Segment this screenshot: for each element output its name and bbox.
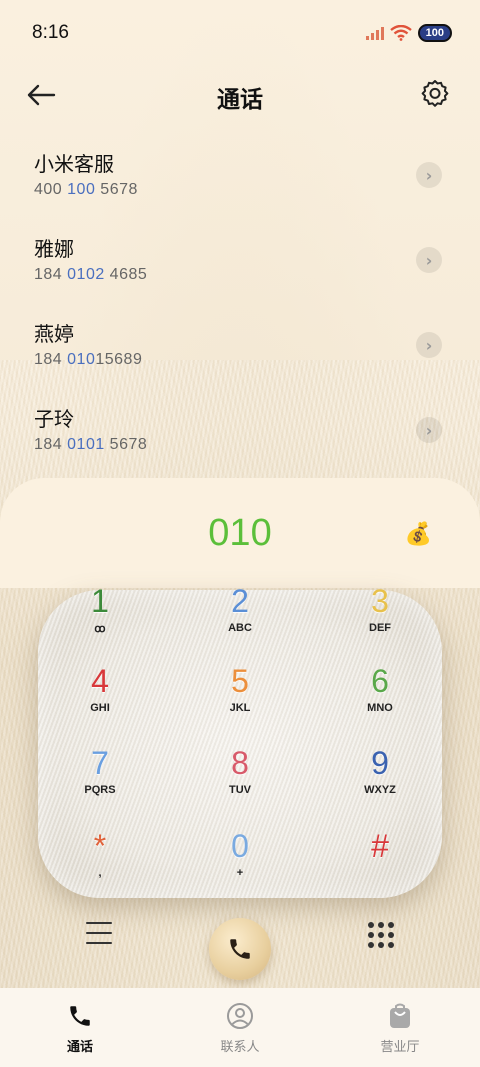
key-digit: 5 <box>231 663 249 699</box>
key-digit: 9 <box>371 745 389 781</box>
bottom-nav: 通话 联系人 营业厅 <box>0 988 480 1067</box>
dial-action-row <box>0 910 480 980</box>
contact-name: 雅娜 <box>34 237 74 261</box>
key-letters: MNO <box>367 702 393 714</box>
key-2[interactable]: 2 ABC <box>170 580 310 660</box>
keypad: 1ꝏ 2 ABC 3 DEF 4 GHI 5 JKL 6 MNO 7 PQRS 8 TUV 9… <box>30 580 450 880</box>
page-title: 通话 <box>217 87 263 113</box>
contact-detail-chevron-icon[interactable]: › <box>416 332 442 358</box>
key-7[interactable]: 7 PQRS <box>30 742 170 822</box>
key-digit: 2 <box>231 583 249 619</box>
contact-suggestion-list: 小米客服 400 100 5678 › 雅娜 184 0102 4685 › 燕… <box>0 140 480 480</box>
contact-row[interactable]: 子玲 184 0101 5678 › <box>0 395 480 480</box>
key-hash[interactable]: # <box>310 825 450 905</box>
contact-name: 燕婷 <box>34 322 74 346</box>
header: 通话 <box>0 72 480 118</box>
key-digit: * <box>93 828 107 864</box>
nav-item-contacts[interactable]: 联系人 <box>160 988 320 1067</box>
settings-gear-icon[interactable] <box>420 78 450 108</box>
key-3[interactable]: 3 DEF <box>310 580 450 660</box>
nav-label: 联系人 <box>220 1040 260 1055</box>
nav-label: 营业厅 <box>380 1040 420 1055</box>
battery-icon: 100 <box>417 24 452 42</box>
contact-detail-chevron-icon[interactable]: › <box>416 247 442 273</box>
key-letters: ABC <box>228 622 252 634</box>
nav-item-calls[interactable]: 通话 <box>0 988 160 1067</box>
key-letters: GHI <box>90 702 110 714</box>
key-8[interactable]: 8 TUV <box>170 742 310 822</box>
key-digit: 6 <box>371 663 389 699</box>
key-star[interactable]: *, <box>30 825 170 905</box>
contact-icon <box>227 1003 253 1029</box>
contact-number: 184 0101 5678 <box>34 436 148 453</box>
wifi-icon <box>389 25 412 41</box>
bag-icon <box>390 1003 410 1028</box>
contact-detail-chevron-icon[interactable]: › <box>416 162 442 188</box>
nav-item-store[interactable]: 营业厅 <box>320 988 480 1067</box>
contact-detail-chevron-icon[interactable]: › <box>416 417 442 443</box>
key-letters: JKL <box>229 702 251 714</box>
contact-number: 184 01015689 <box>34 351 143 368</box>
phone-icon <box>70 1006 90 1026</box>
key-0[interactable]: 0 + <box>170 825 310 905</box>
key-digit: # <box>371 828 389 864</box>
keypad-toggle-icon[interactable] <box>368 922 394 948</box>
key-letters: DEF <box>369 622 391 634</box>
signal-icon <box>365 26 384 40</box>
status-time: 8:16 <box>32 22 69 43</box>
call-button[interactable] <box>209 918 271 980</box>
contact-row[interactable]: 燕婷 184 01015689 › <box>0 310 480 395</box>
money-bag-icon[interactable]: 💰 <box>405 522 432 547</box>
key-digit: 4 <box>91 663 109 699</box>
key-letters: PQRS <box>84 784 116 796</box>
contact-row[interactable]: 雅娜 184 0102 4685 › <box>0 225 480 310</box>
contact-name: 子玲 <box>34 407 74 431</box>
dial-display-panel: 010 💰 <box>0 478 480 588</box>
contact-number: 184 0102 4685 <box>34 266 148 283</box>
key-letters: + <box>236 867 244 879</box>
key-9[interactable]: 9 WXYZ <box>310 742 450 822</box>
key-1[interactable]: 1ꝏ <box>30 580 170 660</box>
voicemail-icon: ꝏ <box>94 623 106 635</box>
key-5[interactable]: 5 JKL <box>170 660 310 740</box>
status-icons: 100 <box>365 24 452 42</box>
key-4[interactable]: 4 GHI <box>30 660 170 740</box>
contact-name: 小米客服 <box>34 152 114 176</box>
status-bar: 8:16 100 <box>0 0 480 66</box>
phone-icon <box>230 939 250 959</box>
nav-label: 通话 <box>66 1040 93 1055</box>
key-digit: 0 <box>231 828 249 864</box>
key-digit: 8 <box>231 745 249 781</box>
key-letters: WXYZ <box>364 784 396 796</box>
contact-row[interactable]: 小米客服 400 100 5678 › <box>0 140 480 225</box>
key-digit: 7 <box>91 745 109 781</box>
key-6[interactable]: 6 MNO <box>310 660 450 740</box>
key-digit: 3 <box>371 583 389 619</box>
key-digit: 1 <box>91 583 109 619</box>
key-letters: , <box>98 867 102 879</box>
contact-number: 400 100 5678 <box>34 181 138 198</box>
key-letters: TUV <box>229 784 251 796</box>
menu-icon[interactable] <box>86 922 112 948</box>
